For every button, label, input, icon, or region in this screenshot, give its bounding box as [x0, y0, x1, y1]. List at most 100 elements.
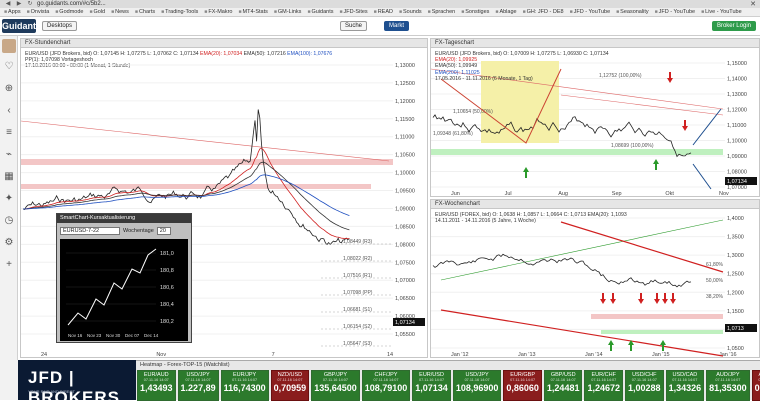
pivot-label: 1,07098 (PP)	[343, 290, 373, 296]
heatmap-cell[interactable]: EUR/USD 07.11.16 14:07 1,07134	[412, 370, 451, 401]
bookmark-item[interactable]: Charts	[135, 9, 155, 15]
heatmap-cell[interactable]: EUR/AUD 07.11.16 14:07 1,43493	[137, 370, 176, 401]
heatmap-cell[interactable]: GBP/JPY 07.11.16 14:07 135,64500	[311, 370, 360, 401]
price-tick-label: 1,09000	[395, 206, 415, 212]
weekly-chart-canvas[interactable]: 1,40001,35001,30001,25001,20001,15001,10…	[431, 210, 759, 358]
price-tick-label: 1,09500	[395, 189, 415, 195]
back-icon[interactable]: ◀	[4, 1, 12, 8]
bookmark-item[interactable]: Sonstiges	[461, 9, 489, 15]
grid-icon[interactable]: ▦	[0, 166, 18, 188]
heatmap-row: EUR/AUD 07.11.16 14:07 1,43493 USD/JPY 07.11…	[136, 370, 760, 401]
heatmap-cell[interactable]: AUD/JPY 07.11.16 14:07 81,35300	[706, 370, 750, 401]
bookmarks-bar: Apps Onvista Godmode Gold News Charts Trading-…	[0, 8, 760, 17]
heart-icon[interactable]: ♡	[0, 56, 18, 78]
avatar[interactable]	[2, 39, 16, 53]
heatmap-cell[interactable]: EUR/JPY 07.11.16 14:07 116,74300	[220, 370, 269, 401]
date-tick-label: Nov 23	[87, 333, 102, 338]
heatmap-cell[interactable]: NZD/USD 07.11.16 14:07 0,70959	[270, 370, 310, 401]
price-tick-label: 1,13000	[395, 63, 415, 69]
price-tick-label: 1,12000	[727, 108, 747, 114]
plus-icon[interactable]: +	[0, 254, 18, 276]
panel-title: FX-Stundenchart	[21, 39, 427, 48]
cell-time: 07.11.16 14:07	[591, 378, 617, 382]
heatmap-cell[interactable]: USD/JPY 07.11.16 14:07 108,96900	[452, 370, 502, 401]
bookmark-item[interactable]: Apps	[4, 9, 21, 15]
bookmark-item[interactable]: Guidants	[307, 9, 333, 15]
buy-arrow-icon	[653, 159, 659, 170]
sidebar-footer	[0, 360, 18, 400]
clock-icon[interactable]: ◷	[0, 210, 18, 232]
panel-title: FX-Tageschart	[431, 39, 759, 48]
cell-value: 1,34326	[668, 383, 702, 393]
price-tick-label: 1,15000	[727, 61, 747, 67]
address-bar[interactable]: ◀ ▶ ↻ go.guidants.com/#c/5b2...	[0, 0, 760, 8]
cell-time: 07.11.16 14:07	[510, 378, 536, 382]
bookmark-item[interactable]: Ablage	[495, 9, 516, 15]
pin-icon[interactable]: ✦	[0, 188, 18, 210]
bookmark-item[interactable]: News	[111, 9, 129, 15]
url-text[interactable]: go.guidants.com/#c/5b2...	[37, 1, 106, 7]
time-tick-label: Jun	[451, 191, 460, 197]
brand-name: JFD | BROKERS	[28, 368, 121, 407]
window-close-icon[interactable]: ✕	[750, 0, 756, 8]
bookmark-item[interactable]: Gold	[89, 9, 105, 15]
cell-time: 07.11.16 14:07	[419, 378, 445, 382]
heatmap-cell[interactable]: USD/JPY 07.11.16 14:07 1.227,89	[177, 370, 219, 401]
heatmap-cell[interactable]: GBP/USD 07.11.16 14:07 1,24481	[543, 370, 583, 401]
list-icon[interactable]: ≡	[0, 122, 18, 144]
heatmap-cell[interactable]: USD/CHF 07.11.16 14:07 1,00288	[625, 370, 664, 401]
pivot-label: 1,06154 (S2)	[343, 324, 372, 330]
price-series	[432, 253, 692, 288]
chart-icon[interactable]: ⌁	[0, 144, 18, 166]
reload-icon[interactable]: ↻	[26, 1, 34, 8]
bookmark-item[interactable]: GM-Links	[274, 9, 302, 15]
bookmark-item[interactable]: Godmode	[55, 9, 83, 15]
chevron-left-icon[interactable]: ‹	[0, 100, 18, 122]
panel-title: FX-Wochenchart	[431, 200, 759, 209]
markets-button[interactable]: Markt	[384, 21, 409, 31]
price-tick-label: 1,3500	[727, 235, 744, 241]
bookmark-item[interactable]: READ	[374, 9, 393, 15]
sell-arrow-icon	[670, 293, 676, 304]
heatmap-cell[interactable]: EUR/GBP 07.11.16 14:07 0,86060	[503, 370, 542, 401]
heatmap-cell[interactable]: CHF/JPY 07.11.16 14:07 108,79100	[361, 370, 411, 401]
bookmark-item[interactable]: JFD-Sites	[339, 9, 368, 15]
cell-value: 108,96900	[455, 383, 499, 393]
count-input[interactable]: 20	[156, 227, 171, 235]
broker-login-button[interactable]: Broker Login	[711, 21, 756, 31]
bookmark-item[interactable]: JFD - YouTube	[570, 9, 610, 15]
cell-time: 07.11.16 14:07	[143, 378, 169, 382]
pivot-label: 1,05647 (S3)	[343, 341, 372, 347]
bookmark-item[interactable]: Sounds	[399, 9, 422, 15]
bookmark-item[interactable]: Onvista	[27, 9, 50, 15]
time-tick-label: Nov	[719, 191, 729, 197]
bookmark-item[interactable]: GH: JFD - DE8	[523, 9, 564, 15]
heatmap-cell[interactable]: EUR/CHF 07.11.16 14:07 1,24672	[584, 370, 624, 401]
desktops-button[interactable]: Desktops	[42, 21, 78, 31]
time-tick-label: Jul	[505, 191, 512, 197]
cell-value: 1,24481	[546, 383, 580, 393]
bookmark-item[interactable]: JFD - YouTube	[655, 9, 695, 15]
cell-time: 07.11.16 14:07	[631, 378, 657, 382]
bookmark-item[interactable]: FX-Makro	[204, 9, 232, 15]
bookmark-item[interactable]: MT4-Stats	[238, 9, 268, 15]
bookmark-item[interactable]: Seasonality	[616, 9, 648, 15]
resistance-zone	[21, 184, 371, 189]
bookmark-item[interactable]: Live - YouTube	[701, 9, 742, 15]
price-popup-window[interactable]: SmartChart-Kursaktualisierung EURUSD-7-2…	[56, 213, 192, 343]
guidants-logo: Guidants	[2, 19, 42, 33]
symbol-select[interactable]: EURUSD-7-22	[60, 227, 120, 235]
settings-icon[interactable]: ⚙	[0, 232, 18, 254]
search-button[interactable]: Suche	[340, 21, 368, 31]
chart-legend: EUR/USD (JFD Brokers, bid) O: 1,07009 H:…	[435, 51, 609, 82]
forward-icon[interactable]: ▶	[15, 1, 23, 8]
sell-arrow-icon	[667, 72, 673, 83]
bookmark-item[interactable]: Trading-Tools	[161, 9, 198, 15]
price-tick-label: 1,07000	[395, 278, 415, 284]
heatmap-cell[interactable]: AUD/USD07.11.16 14:070,74659	[751, 370, 760, 401]
bookmark-item[interactable]: Sprachen	[428, 9, 456, 15]
heatmap-cell[interactable]: USD/CAD 07.11.16 14:07 1,34326	[665, 370, 705, 401]
cell-value: 0,86060	[506, 383, 539, 393]
time-tick-label: 24	[41, 352, 47, 358]
cart-icon[interactable]: ⊕	[0, 78, 18, 100]
